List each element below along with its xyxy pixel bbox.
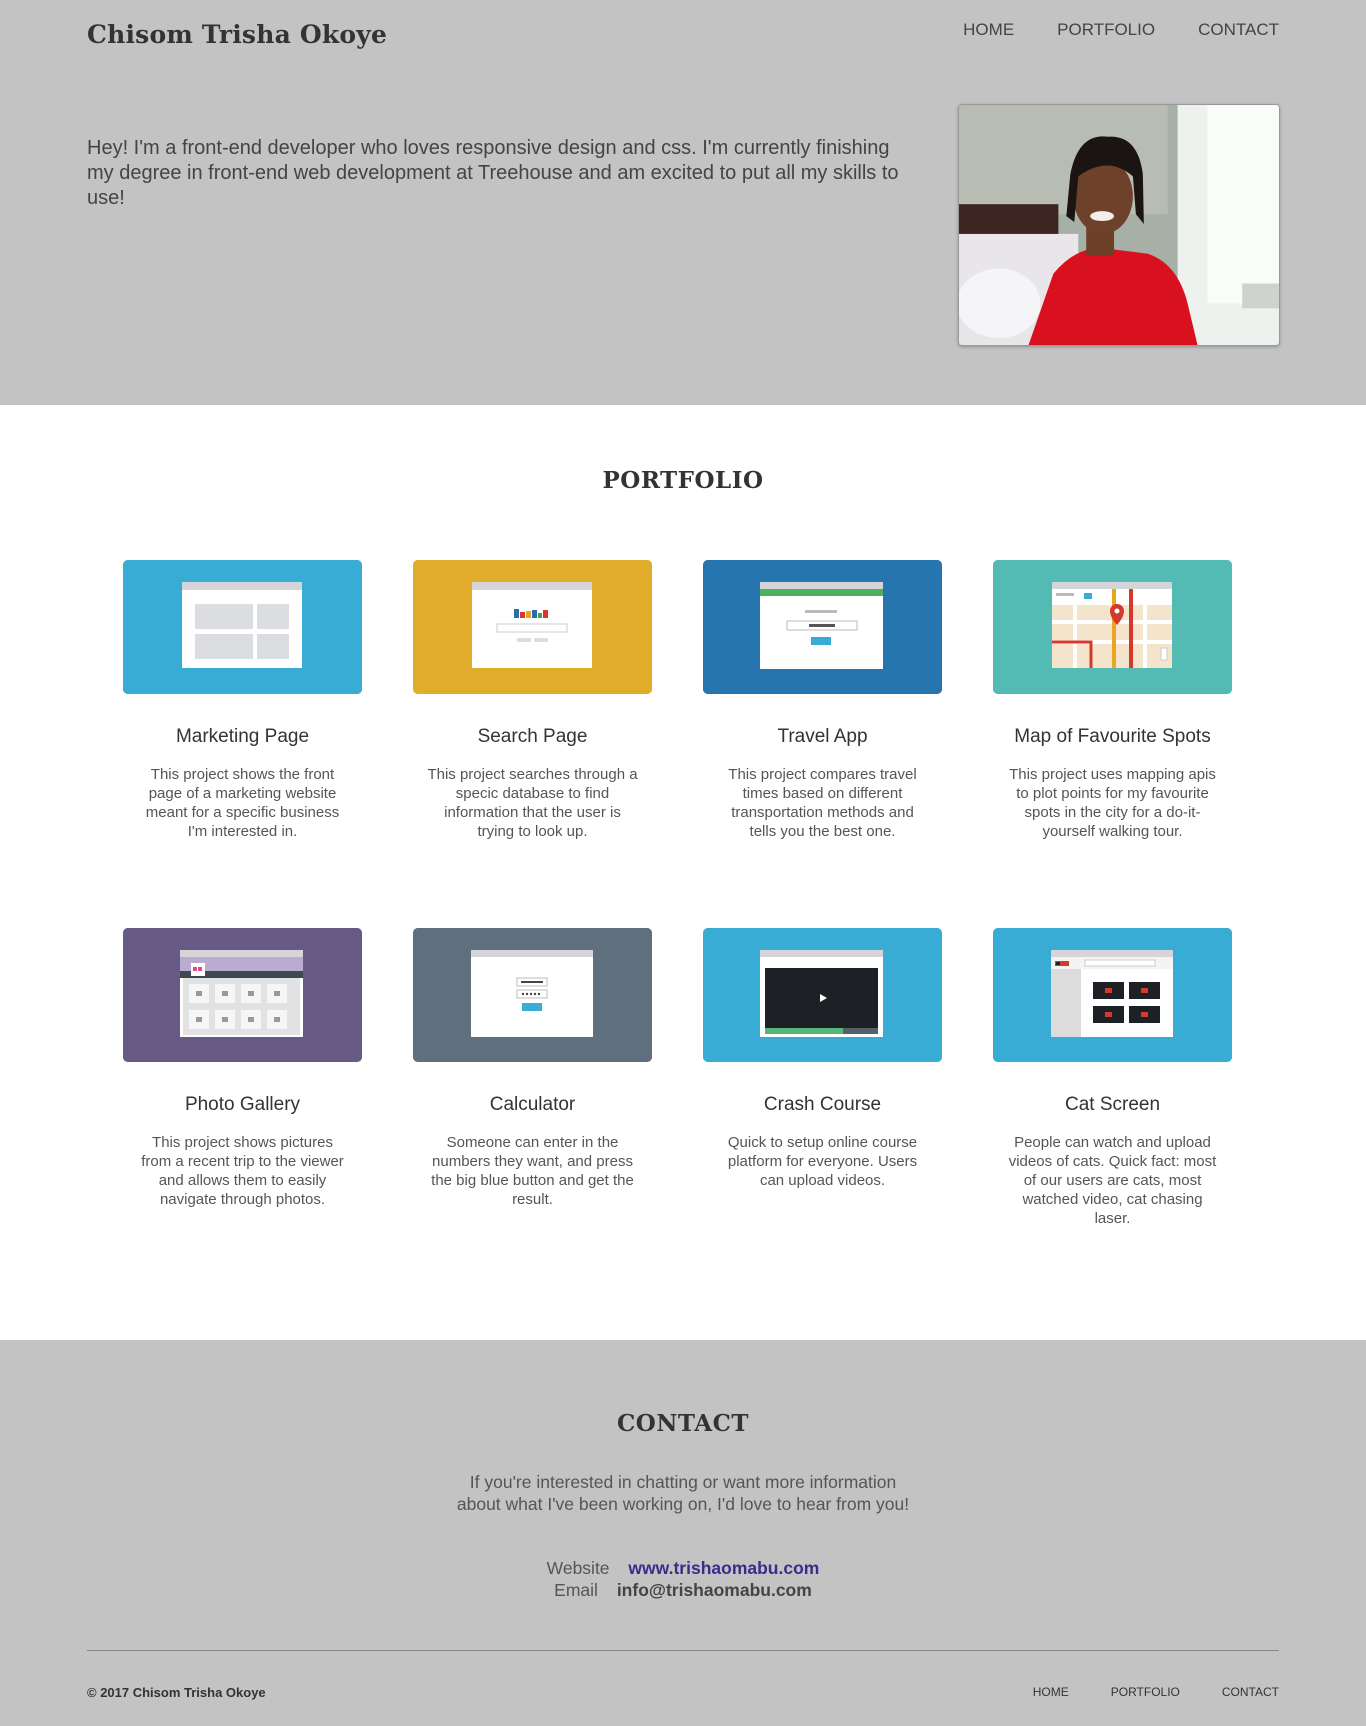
project-thumbnail[interactable] bbox=[993, 928, 1232, 1062]
nav-home-link[interactable]: HOME bbox=[963, 20, 1014, 40]
project-card: Crash Course Quick to setup online cours… bbox=[703, 928, 942, 1190]
email-label: Email bbox=[554, 1580, 598, 1600]
project-card: Travel App This project compares travel … bbox=[703, 560, 942, 841]
contact-section: CONTACT If you're interested in chatting… bbox=[0, 1340, 1366, 1726]
project-description: This project shows the front page of a m… bbox=[145, 766, 340, 840]
website-label: Website bbox=[546, 1558, 610, 1578]
project-title: Search Page bbox=[477, 726, 588, 747]
project-thumbnail[interactable] bbox=[413, 560, 652, 694]
project-card: Marketing Page This project shows the fr… bbox=[123, 560, 362, 841]
email-link[interactable]: info@trishaomabu.com bbox=[617, 1580, 812, 1600]
travel-app-icon bbox=[703, 560, 942, 694]
project-thumbnail[interactable] bbox=[123, 928, 362, 1062]
copyright: © 2017 Chisom Trisha Okoye bbox=[87, 1685, 266, 1700]
footer-home-link[interactable]: HOME bbox=[1033, 1685, 1069, 1699]
footer-divider bbox=[87, 1650, 1279, 1651]
map-icon bbox=[993, 560, 1232, 694]
profile-photo bbox=[958, 104, 1280, 346]
calculator-icon bbox=[413, 928, 652, 1062]
marketing-page-icon bbox=[123, 560, 362, 694]
website-line: Website www.trishaomabu.com bbox=[0, 1558, 1366, 1579]
nav-portfolio-link[interactable]: PORTFOLIO bbox=[1057, 20, 1155, 40]
project-thumbnail[interactable] bbox=[703, 560, 942, 694]
project-title: Photo Gallery bbox=[184, 1094, 301, 1115]
video-player-icon bbox=[703, 928, 942, 1062]
photo-gallery-icon bbox=[123, 928, 362, 1062]
website-link[interactable]: www.trishaomabu.com bbox=[628, 1558, 819, 1578]
project-card: Calculator Someone can enter in the numb… bbox=[413, 928, 652, 1209]
project-thumbnail[interactable] bbox=[993, 560, 1232, 694]
contact-title: CONTACT bbox=[617, 1410, 749, 1437]
project-title: Map of Favourite Spots bbox=[1014, 726, 1211, 747]
project-title: Cat Screen bbox=[1064, 1094, 1161, 1115]
project-description: This project shows pictures from a recen… bbox=[141, 1134, 344, 1208]
project-description: Quick to setup online course platform fo… bbox=[727, 1134, 918, 1189]
project-description: People can watch and upload videos of ca… bbox=[1008, 1134, 1217, 1227]
project-title: Travel App bbox=[777, 726, 868, 747]
footer-nav: HOME PORTFOLIO CONTACT bbox=[1033, 1685, 1279, 1699]
project-card: Search Page This project searches throug… bbox=[413, 560, 652, 841]
contact-text: If you're interested in chatting or want… bbox=[456, 1472, 910, 1514]
project-thumbnail[interactable] bbox=[703, 928, 942, 1062]
main-nav: HOME PORTFOLIO CONTACT bbox=[963, 20, 1279, 40]
header: Chisom Trisha Okoye HOME PORTFOLIO CONTA… bbox=[0, 0, 1366, 405]
project-description: This project searches through a specic d… bbox=[427, 766, 638, 840]
project-title: Crash Course bbox=[763, 1094, 882, 1115]
project-title: Marketing Page bbox=[175, 726, 310, 747]
video-grid-icon bbox=[993, 928, 1232, 1062]
nav-contact-link[interactable]: CONTACT bbox=[1198, 20, 1279, 40]
project-card: Cat Screen People can watch and upload v… bbox=[993, 928, 1232, 1228]
portfolio-title: PORTFOLIO bbox=[602, 467, 764, 494]
footer-contact-link[interactable]: CONTACT bbox=[1222, 1685, 1279, 1699]
portfolio-section: PORTFOLIO Marketing Page This project sh… bbox=[0, 405, 1366, 1340]
search-page-icon bbox=[413, 560, 652, 694]
project-title: Calculator bbox=[489, 1094, 576, 1115]
project-description: This project uses mapping apis to plot p… bbox=[1009, 766, 1216, 840]
project-description: This project compares travel times based… bbox=[728, 766, 917, 840]
email-line: Email info@trishaomabu.com bbox=[0, 1580, 1366, 1601]
project-description: Someone can enter in the numbers they wa… bbox=[431, 1134, 634, 1208]
project-card: Photo Gallery This project shows picture… bbox=[123, 928, 362, 1209]
site-brand[interactable]: Chisom Trisha Okoye bbox=[87, 20, 387, 49]
footer-portfolio-link[interactable]: PORTFOLIO bbox=[1111, 1685, 1180, 1699]
project-thumbnail[interactable] bbox=[413, 928, 652, 1062]
project-thumbnail[interactable] bbox=[123, 560, 362, 694]
intro-text: Hey! I'm a front-end developer who loves… bbox=[87, 137, 899, 209]
project-card: Map of Favourite Spots This project uses… bbox=[993, 560, 1232, 841]
